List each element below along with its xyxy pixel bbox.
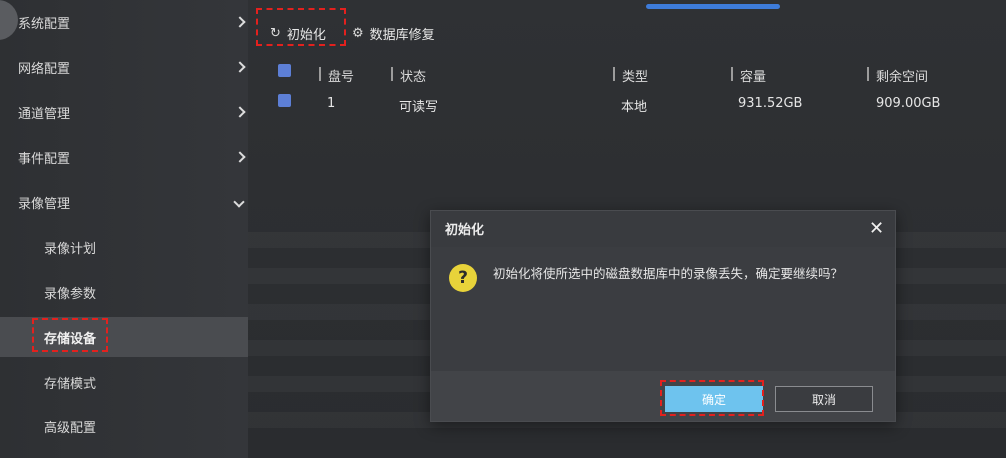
sidebar-item-recording-management[interactable]: 录像管理 <box>0 182 248 222</box>
sidebar-subitem-recording-schedule[interactable]: 录像计划 <box>0 227 248 267</box>
select-all-checkbox[interactable] <box>278 64 291 77</box>
initialize-button[interactable]: ↻ 初始化 <box>270 20 326 46</box>
initialize-dialog: 初始化 ✕ ? 初始化将使所选中的磁盘数据库中的录像丢失，确定要继续吗？ 确定 … <box>430 210 896 422</box>
sidebar-subitem-advanced-config[interactable]: 高级配置 <box>0 406 248 446</box>
sidebar-subitem-label: 高级配置 <box>44 420 97 436</box>
database-repair-button[interactable]: ⚙ 数据库修复 <box>352 20 435 46</box>
sidebar-item-event-config[interactable]: 事件配置 <box>0 137 248 177</box>
chevron-right-icon <box>234 61 246 73</box>
sidebar-subitem-recording-params[interactable]: 录像参数 <box>0 272 248 312</box>
dialog-title: 初始化 <box>445 223 485 238</box>
dialog-message: 初始化将使所选中的磁盘数据库中的录像丢失，确定要继续吗？ <box>493 266 844 281</box>
close-icon[interactable]: ✕ <box>869 219 884 239</box>
confirm-button[interactable]: 确定 <box>665 386 763 412</box>
sidebar-item-channel-management[interactable]: 通道管理 <box>0 92 248 132</box>
sidebar-subitem-label: 录像计划 <box>44 241 97 257</box>
dialog-body: ? 初始化将使所选中的磁盘数据库中的录像丢失，确定要继续吗？ <box>431 247 895 371</box>
chevron-right-icon <box>234 16 246 28</box>
column-header-status: 状态 <box>390 66 426 85</box>
initialize-label: 初始化 <box>286 27 326 43</box>
sidebar-item-network-config[interactable]: 网络配置 <box>0 47 248 87</box>
sidebar: 系统配置 网络配置 通道管理 事件配置 录像管理 录像计划 录像参数 存储设备 … <box>0 0 248 458</box>
sidebar-item-system-config[interactable]: 系统配置 <box>0 2 248 42</box>
cell-status: 可读写 <box>399 100 439 115</box>
cell-disk: 1 <box>327 96 336 111</box>
sidebar-subitem-label: 录像参数 <box>44 286 97 302</box>
sidebar-item-label: 系统配置 <box>18 16 71 32</box>
sidebar-item-label: 事件配置 <box>18 151 71 167</box>
database-repair-label: 数据库修复 <box>369 27 435 43</box>
dialog-footer: 确定 取消 <box>431 371 895 421</box>
sidebar-subitem-label: 存储模式 <box>44 376 97 392</box>
refresh-icon: ↻ <box>270 25 281 41</box>
gear-icon: ⚙ <box>352 25 364 41</box>
column-header-free-space: 剩余空间 <box>866 66 928 85</box>
sidebar-item-label: 网络配置 <box>18 61 71 77</box>
chevron-down-icon <box>233 196 245 208</box>
sidebar-subitem-label: 存储设备 <box>44 331 97 347</box>
column-header-capacity: 容量 <box>730 66 766 85</box>
row-checkbox[interactable] <box>278 94 291 107</box>
sidebar-item-label: 录像管理 <box>18 196 71 212</box>
column-header-disk: 盘号 <box>318 66 354 85</box>
cell-type: 本地 <box>621 100 648 115</box>
chevron-right-icon <box>234 106 246 118</box>
chevron-right-icon <box>234 151 246 163</box>
sidebar-subitem-storage-device[interactable]: 存储设备 <box>0 317 248 357</box>
cell-capacity: 931.52GB <box>738 96 803 111</box>
sidebar-item-label: 通道管理 <box>18 106 71 122</box>
cancel-button[interactable]: 取消 <box>775 386 873 412</box>
top-accent-bar <box>646 4 780 9</box>
cell-free-space: 909.00GB <box>876 96 941 111</box>
question-icon: ? <box>449 264 477 292</box>
column-header-type: 类型 <box>612 66 648 85</box>
sidebar-subitem-storage-mode[interactable]: 存储模式 <box>0 362 248 402</box>
